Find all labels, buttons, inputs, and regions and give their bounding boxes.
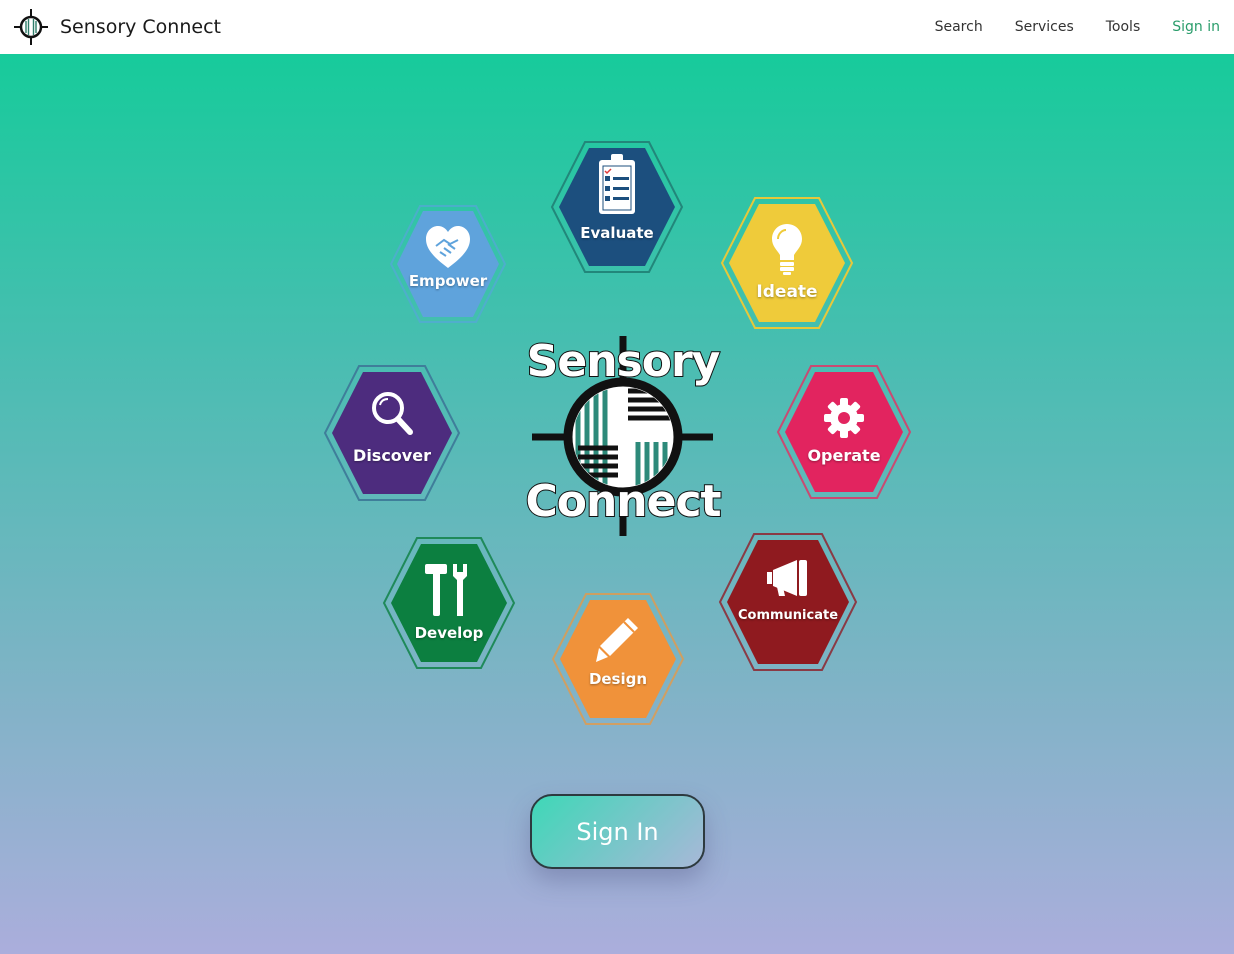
crosshair-logo-icon	[14, 9, 48, 45]
hero-section: Evaluate Empower Ideate Discover Operate…	[0, 54, 1234, 954]
nav-signin-link[interactable]: Sign in	[1172, 19, 1220, 35]
magnifier-icon	[325, 390, 459, 436]
hex-evaluate[interactable]: Evaluate	[550, 141, 684, 273]
logo-word-top: Sensory	[526, 335, 722, 388]
nav-services-link[interactable]: Services	[1015, 19, 1074, 35]
hex-develop[interactable]: Develop	[382, 537, 516, 669]
hex-develop-label: Develop	[414, 624, 484, 642]
brand-link[interactable]: Sensory Connect	[14, 8, 221, 46]
nav-tools-link[interactable]: Tools	[1106, 19, 1141, 35]
hex-empower[interactable]: Empower	[389, 205, 507, 323]
hex-operate-label: Operate	[807, 446, 881, 465]
gear-icon	[778, 398, 910, 438]
main-nav: Search Services Tools Sign in	[903, 0, 1220, 54]
signin-button[interactable]: Sign In	[530, 794, 705, 869]
hex-empower-label: Empower	[408, 272, 488, 290]
hex-discover[interactable]: Discover	[323, 365, 461, 501]
hex-ideate[interactable]: Ideate	[720, 197, 854, 329]
hex-operate[interactable]: Operate	[776, 365, 912, 499]
hex-communicate-label: Communicate	[737, 608, 839, 623]
top-navbar: Sensory Connect Search Services Tools Si…	[0, 0, 1234, 54]
lightbulb-icon	[722, 224, 852, 276]
hex-ideate-label: Ideate	[756, 282, 818, 302]
hex-design[interactable]: Design	[551, 593, 685, 725]
heart-handshake-icon	[391, 226, 505, 270]
megaphone-icon	[720, 560, 856, 598]
hex-discover-label: Discover	[353, 446, 431, 465]
clipboard-checklist-icon	[552, 154, 682, 216]
brand-name: Sensory Connect	[60, 16, 221, 38]
hex-design-label: Design	[588, 670, 648, 688]
center-logo: Sensory Connect	[518, 335, 728, 541]
hammer-wrench-icon	[384, 564, 514, 618]
pencil-icon	[553, 616, 683, 664]
hex-evaluate-label: Evaluate	[580, 224, 654, 242]
hex-communicate[interactable]: Communicate	[718, 533, 858, 671]
nav-search-link[interactable]: Search	[935, 19, 983, 35]
logo-word-bottom: Connect	[524, 475, 722, 528]
signin-button-label: Sign In	[576, 817, 659, 846]
